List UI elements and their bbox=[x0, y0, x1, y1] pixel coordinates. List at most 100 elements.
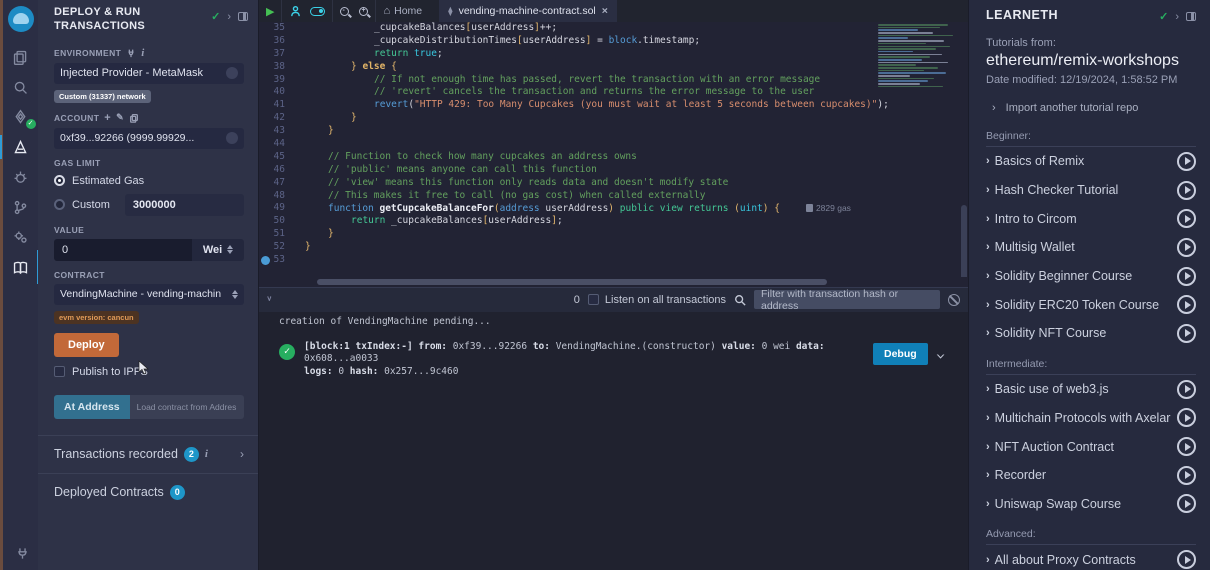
custom-gas-option[interactable]: Custom 3000000 bbox=[54, 194, 244, 216]
learneth-book-icon[interactable] bbox=[2, 252, 40, 282]
environment-select[interactable]: Injected Provider - MetaMask bbox=[54, 63, 244, 84]
horizontal-scrollbar[interactable] bbox=[259, 277, 968, 287]
tutorial-item[interactable]: ›Basics of Remix bbox=[986, 147, 1196, 176]
deploy-button[interactable]: Deploy bbox=[54, 333, 119, 357]
code-editor[interactable]: 35_cupcakeBalances[userAddress]++;36_cup… bbox=[259, 22, 968, 277]
tutorial-item[interactable]: ›Recorder bbox=[986, 461, 1196, 490]
solidity-compiler-icon[interactable]: ✓ bbox=[2, 102, 40, 132]
terminal-filter-input[interactable]: Filter with transaction hash or address bbox=[754, 290, 940, 309]
tutorial-item[interactable]: ›Solidity NFT Course bbox=[986, 319, 1196, 348]
tutorial-item[interactable]: ›Intro to Circom bbox=[986, 204, 1196, 233]
contract-stepper-icon[interactable] bbox=[232, 290, 238, 299]
learneth-pin-icon[interactable] bbox=[1186, 12, 1196, 21]
code-line[interactable]: 52} bbox=[259, 241, 968, 254]
contract-select[interactable]: VendingMachine - vending-machin bbox=[54, 284, 244, 305]
code-line[interactable]: 53 bbox=[259, 254, 968, 267]
at-address-input[interactable]: Load contract from Addres bbox=[130, 395, 244, 419]
code-line[interactable]: 38} else { bbox=[259, 61, 968, 74]
play-tutorial-button[interactable] bbox=[1177, 408, 1196, 427]
run-script-button[interactable]: ▶ bbox=[259, 0, 282, 22]
panel-collapse-icon[interactable]: › bbox=[227, 11, 231, 23]
edit-account-icon[interactable]: ✎ bbox=[116, 112, 124, 123]
transactions-info-icon[interactable]: i bbox=[205, 448, 208, 460]
unit-stepper-icon[interactable] bbox=[227, 245, 233, 254]
plug-icon[interactable] bbox=[126, 48, 136, 58]
play-tutorial-button[interactable] bbox=[1177, 494, 1196, 513]
transactions-expand-icon[interactable]: › bbox=[240, 447, 244, 461]
tutorial-item[interactable]: ›Basic use of web3.js bbox=[986, 375, 1196, 404]
deployed-contracts-row[interactable]: Deployed Contracts 0 bbox=[38, 474, 258, 511]
publish-ipfs-checkbox[interactable] bbox=[54, 366, 65, 377]
assistant-icon[interactable] bbox=[289, 5, 302, 18]
tutorial-item[interactable]: ›Multisig Wallet bbox=[986, 233, 1196, 262]
tx-expand-icon[interactable]: ⌄ bbox=[935, 346, 945, 360]
account-select[interactable]: 0xf39...92266 (9999.99929... bbox=[54, 128, 244, 149]
code-line[interactable]: 37return true; bbox=[259, 48, 968, 61]
zoom-in-icon[interactable]: + bbox=[359, 7, 368, 16]
copy-account-icon[interactable] bbox=[129, 113, 139, 123]
transactions-recorded-row[interactable]: Transactions recorded 2 i › bbox=[38, 436, 258, 473]
code-line[interactable]: 39// If not enough time has passed, reve… bbox=[259, 74, 968, 87]
play-tutorial-button[interactable] bbox=[1177, 324, 1196, 343]
debugger-icon[interactable] bbox=[2, 162, 40, 192]
file-explorer-icon[interactable] bbox=[2, 42, 40, 72]
custom-gas-radio[interactable] bbox=[54, 199, 65, 210]
tutorial-item[interactable]: ›Uniswap Swap Course bbox=[986, 490, 1196, 519]
environment-settings-icon[interactable] bbox=[226, 67, 238, 79]
git-icon[interactable] bbox=[2, 192, 40, 222]
code-line[interactable]: 44 bbox=[259, 138, 968, 151]
zoom-out-icon[interactable]: - bbox=[340, 7, 349, 16]
debug-button[interactable]: Debug bbox=[873, 343, 928, 365]
tutorial-item[interactable]: ›Multichain Protocols with Axelar bbox=[986, 404, 1196, 433]
value-input[interactable]: 0 bbox=[54, 239, 192, 261]
account-settings-icon[interactable] bbox=[226, 132, 238, 144]
tutorial-item[interactable]: ›Hash Checker Tutorial bbox=[986, 176, 1196, 205]
close-tab-icon[interactable]: × bbox=[602, 5, 608, 17]
code-line[interactable]: 42} bbox=[259, 112, 968, 125]
code-line[interactable]: 45// Function to check how many cupcakes… bbox=[259, 151, 968, 164]
play-tutorial-button[interactable] bbox=[1177, 380, 1196, 399]
code-line[interactable]: 41revert("HTTP 429: Too Many Cupcakes (y… bbox=[259, 99, 968, 112]
tutorial-item[interactable]: ›Solidity ERC20 Token Course bbox=[986, 290, 1196, 319]
tutorial-item[interactable]: ›NFT Auction Contract bbox=[986, 432, 1196, 461]
code-line[interactable]: 48// This makes it free to call (no gas … bbox=[259, 190, 968, 203]
code-line[interactable]: 36_cupcakeDistributionTimes[userAddress]… bbox=[259, 35, 968, 48]
play-tutorial-button[interactable] bbox=[1177, 209, 1196, 228]
search-icon[interactable] bbox=[2, 72, 40, 102]
play-tutorial-button[interactable] bbox=[1177, 238, 1196, 257]
value-unit-select[interactable]: Wei bbox=[192, 239, 244, 261]
add-account-icon[interactable]: + bbox=[104, 112, 111, 124]
deploy-run-icon[interactable] bbox=[2, 132, 40, 162]
code-line[interactable]: 50return _cupcakeBalances[userAddress]; bbox=[259, 215, 968, 228]
home-tab[interactable]: ⌂ Home bbox=[376, 0, 429, 22]
code-line[interactable]: 43} bbox=[259, 125, 968, 138]
minimap[interactable] bbox=[878, 24, 958, 104]
play-tutorial-button[interactable] bbox=[1177, 466, 1196, 485]
listen-all-checkbox[interactable] bbox=[588, 294, 599, 305]
estimated-gas-option[interactable]: Estimated Gas bbox=[54, 175, 244, 187]
tutorial-item[interactable]: ›Solidity Beginner Course bbox=[986, 262, 1196, 291]
file-tab[interactable]: ⧫ vending-machine-contract.sol × bbox=[439, 0, 617, 22]
estimated-gas-radio[interactable] bbox=[54, 175, 65, 186]
panel-pin-icon[interactable] bbox=[238, 12, 248, 21]
play-tutorial-button[interactable] bbox=[1177, 181, 1196, 200]
remix-logo-icon[interactable] bbox=[8, 6, 34, 32]
terminal-expand-icon[interactable]: ˅˅ bbox=[267, 297, 272, 302]
custom-gas-input[interactable]: 3000000 bbox=[125, 194, 244, 216]
play-tutorial-button[interactable] bbox=[1177, 437, 1196, 456]
clear-terminal-icon[interactable] bbox=[948, 294, 960, 306]
listen-all-option[interactable]: Listen on all transactions bbox=[588, 294, 726, 306]
plugin-connector-icon[interactable] bbox=[3, 538, 41, 568]
breakpoint-icon[interactable] bbox=[261, 256, 270, 265]
play-tutorial-button[interactable] bbox=[1177, 550, 1196, 569]
tutorial-item[interactable]: ›All about Proxy Contracts bbox=[986, 545, 1196, 570]
code-line[interactable]: 49function getCupcakeBalanceFor(address … bbox=[259, 202, 968, 215]
play-tutorial-button[interactable] bbox=[1177, 267, 1196, 286]
play-tutorial-button[interactable] bbox=[1177, 152, 1196, 171]
code-line[interactable]: 47// 'view' means this function only rea… bbox=[259, 177, 968, 190]
at-address-button[interactable]: At Address bbox=[54, 395, 130, 419]
code-line[interactable]: 51} bbox=[259, 228, 968, 241]
vertical-scrollbar[interactable] bbox=[961, 205, 967, 277]
code-line[interactable]: 40// 'revert' cancels the transaction an… bbox=[259, 86, 968, 99]
learneth-collapse-icon[interactable]: › bbox=[1175, 11, 1179, 23]
